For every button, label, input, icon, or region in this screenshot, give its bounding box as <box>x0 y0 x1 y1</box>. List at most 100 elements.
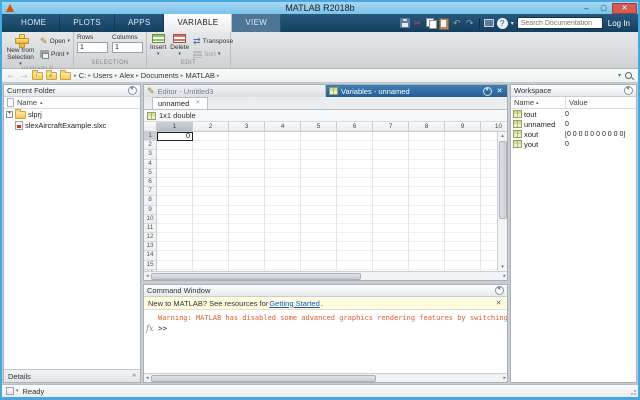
maximize-button[interactable] <box>595 3 612 14</box>
grid-cell[interactable] <box>373 224 409 233</box>
grid-cell[interactable] <box>157 169 193 178</box>
search-folder-icon[interactable] <box>624 71 634 81</box>
grid-cell[interactable] <box>229 160 265 169</box>
toolbar-chevron-down-icon[interactable] <box>511 20 514 27</box>
grid-cell[interactable] <box>229 224 265 233</box>
grid-row-header[interactable]: 10 <box>144 215 157 224</box>
grid-cell[interactable] <box>373 178 409 187</box>
save-icon[interactable] <box>400 18 410 28</box>
grid-cell[interactable] <box>445 160 481 169</box>
grid-cell[interactable] <box>193 132 229 141</box>
breadcrumb-item[interactable]: Alex <box>119 71 134 80</box>
up-folder-icon[interactable]: ↑ <box>32 72 43 80</box>
grid-cell[interactable]: 0 <box>157 132 193 141</box>
grid-cell[interactable] <box>445 224 481 233</box>
back-icon[interactable] <box>6 70 16 82</box>
ribbon-tab-home[interactable]: HOME <box>8 14 60 32</box>
grid-cell[interactable] <box>445 169 481 178</box>
grid-cell[interactable] <box>265 242 301 251</box>
grid-cell[interactable] <box>193 251 229 260</box>
grid-cell[interactable] <box>373 187 409 196</box>
ribbon-tab-view[interactable]: VIEW <box>232 14 281 32</box>
grid-column-header[interactable]: 3 <box>229 122 265 132</box>
grid-cell[interactable] <box>337 141 373 150</box>
grid-row-header[interactable]: 2 <box>144 141 157 150</box>
grid-cell[interactable] <box>445 206 481 215</box>
forward-icon[interactable] <box>19 70 29 82</box>
workspace-menu-button[interactable] <box>624 86 633 95</box>
scroll-left-icon[interactable]: ◂ <box>146 374 149 382</box>
grid-cell[interactable] <box>373 141 409 150</box>
grid-cell[interactable] <box>301 251 337 260</box>
grid-cell[interactable] <box>445 196 481 205</box>
grid-row-header[interactable]: 7 <box>144 187 157 196</box>
grid-cell[interactable] <box>373 251 409 260</box>
grid-cell[interactable] <box>265 261 301 270</box>
grid-cell[interactable] <box>301 224 337 233</box>
grid-cell[interactable] <box>229 233 265 242</box>
grid-cell[interactable] <box>229 187 265 196</box>
grid-cell[interactable] <box>157 196 193 205</box>
scroll-right-icon[interactable]: ▸ <box>503 374 506 382</box>
grid-cell[interactable] <box>445 233 481 242</box>
grid-cell[interactable] <box>157 242 193 251</box>
workspace-value-header[interactable]: Value <box>566 98 636 107</box>
current-folder-menu-button[interactable] <box>128 86 137 95</box>
grid-cell[interactable] <box>301 206 337 215</box>
login-button[interactable]: Log In <box>608 19 630 28</box>
grid-cell[interactable] <box>445 261 481 270</box>
command-horizontal-scrollbar[interactable]: ◂ ▸ <box>144 373 507 382</box>
sort-button[interactable]: Sort <box>193 49 233 59</box>
grid-column-header[interactable]: 5 <box>301 122 337 132</box>
grid-cell[interactable] <box>409 251 445 260</box>
grid-cell[interactable] <box>193 261 229 270</box>
scroll-left-icon[interactable]: ◂ <box>146 272 149 280</box>
grid-row-header[interactable]: 5 <box>144 169 157 178</box>
workspace-variable[interactable]: tout0 <box>511 109 636 119</box>
grid-cell[interactable] <box>337 160 373 169</box>
grid-cell[interactable] <box>229 242 265 251</box>
grid-row-header[interactable]: 12 <box>144 233 157 242</box>
vertical-scroll-thumb[interactable] <box>499 141 507 219</box>
command-scroll-thumb[interactable] <box>151 375 376 382</box>
expand-icon[interactable]: + <box>6 111 13 118</box>
grid-cell[interactable] <box>409 160 445 169</box>
close-button[interactable] <box>612 3 637 14</box>
variables-document-tab[interactable]: Variables - unnamed <box>326 85 507 97</box>
grid-cell[interactable] <box>409 261 445 270</box>
grid-cell[interactable] <box>157 178 193 187</box>
grid-cell[interactable] <box>193 224 229 233</box>
scroll-down-icon[interactable]: ▾ <box>501 263 504 271</box>
grid-row-header[interactable]: 9 <box>144 206 157 215</box>
grid-cell[interactable] <box>193 215 229 224</box>
workspace-name-header[interactable]: Name <box>511 97 566 108</box>
grid-cell[interactable] <box>445 242 481 251</box>
grid-cell[interactable] <box>193 178 229 187</box>
grid-cell[interactable] <box>157 150 193 159</box>
grid-cell[interactable] <box>193 169 229 178</box>
grid-cell[interactable] <box>373 206 409 215</box>
workspace-variable[interactable]: unnamed0 <box>511 119 636 129</box>
grid-cell[interactable] <box>409 215 445 224</box>
grid-cell[interactable] <box>301 215 337 224</box>
grid-cell[interactable] <box>445 187 481 196</box>
grid-cell[interactable] <box>265 206 301 215</box>
grid-row-header[interactable]: 6 <box>144 178 157 187</box>
grid-cell[interactable] <box>445 215 481 224</box>
grid-cell[interactable] <box>337 196 373 205</box>
grid-cell[interactable] <box>373 242 409 251</box>
grid-cell[interactable] <box>265 132 301 141</box>
transpose-button[interactable]: Transpose <box>193 36 233 46</box>
grid-row-header[interactable]: 14 <box>144 251 157 260</box>
grid-row-header[interactable]: 13 <box>144 242 157 251</box>
file-list-item[interactable]: slexAircraftExample.slxc <box>4 120 140 131</box>
grid-cell[interactable] <box>373 150 409 159</box>
grid-cell[interactable] <box>265 251 301 260</box>
grid-column-header[interactable]: 2 <box>193 122 229 132</box>
variables-close-icon[interactable] <box>495 87 504 96</box>
grid-cell[interactable] <box>229 215 265 224</box>
grid-cell[interactable] <box>337 261 373 270</box>
grid-cell[interactable] <box>193 150 229 159</box>
ribbon-tab-plots[interactable]: PLOTS <box>60 14 115 32</box>
grid-row-header[interactable]: 1 <box>144 132 157 141</box>
